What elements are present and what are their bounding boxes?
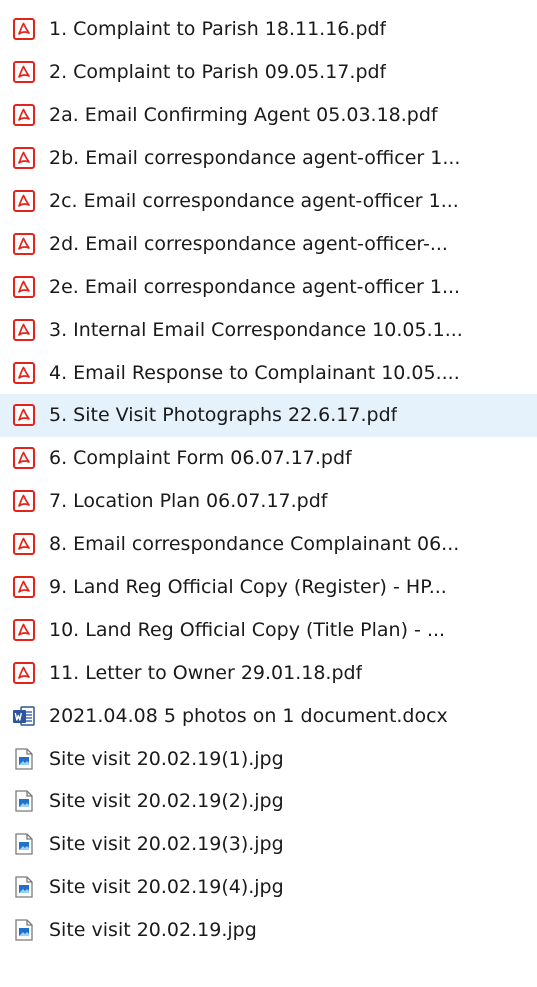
file-row-5[interactable]: 2c. Email correspondance agent-officer 1… [0,180,537,223]
pdf-icon [12,146,36,170]
image-file-icon [12,832,36,856]
file-row-7[interactable]: 2e. Email correspondance agent-officer 1… [0,265,537,308]
file-name: 2b. Email correspondance agent-officer 1… [49,147,461,170]
file-row-4[interactable]: 2b. Email correspondance agent-officer 1… [0,137,537,180]
file-name: Site visit 20.02.19(1).jpg [49,747,284,770]
file-name: 6. Complaint Form 06.07.17.pdf [49,447,352,470]
file-row-6[interactable]: 2d. Email correspondance agent-officer-.… [0,222,537,265]
file-row-8[interactable]: 3. Internal Email Correspondance 10.05.1… [0,308,537,351]
file-row-15[interactable]: 10. Land Reg Official Copy (Title Plan) … [0,608,537,651]
file-name: 8. Email correspondance Complainant 06..… [49,533,460,556]
file-name: 10. Land Reg Official Copy (Title Plan) … [49,618,446,641]
pdf-icon [12,403,36,427]
image-file-icon [12,875,36,899]
pdf-icon [12,532,36,556]
pdf-icon [12,189,36,213]
file-row-11[interactable]: 6. Complaint Form 06.07.17.pdf [0,437,537,480]
pdf-icon [12,103,36,127]
file-name: 3. Internal Email Correspondance 10.05.1… [49,318,463,341]
file-name: 5. Site Visit Photographs 22.6.17.pdf [49,404,398,427]
file-name: Site visit 20.02.19(2).jpg [49,790,284,813]
file-name: 1. Complaint to Parish 18.11.16.pdf [49,18,387,41]
file-name: Site visit 20.02.19(4).jpg [49,876,284,899]
file-row-17[interactable]: 2021.04.08 5 photos on 1 document.docx [0,694,537,737]
pdf-icon [12,17,36,41]
image-file-icon [12,918,36,942]
file-list: 1. Complaint to Parish 18.11.16.pdf 2. C… [0,0,537,952]
file-row-13[interactable]: 8. Email correspondance Complainant 06..… [0,523,537,566]
word-document-icon [12,704,36,728]
file-name: Site visit 20.02.19.jpg [49,919,257,942]
pdf-icon [12,618,36,642]
file-name: 2e. Email correspondance agent-officer 1… [49,275,461,298]
file-row-12[interactable]: 7. Location Plan 06.07.17.pdf [0,480,537,523]
pdf-icon [12,318,36,342]
file-row-1[interactable]: 1. Complaint to Parish 18.11.16.pdf [0,8,537,51]
file-name: 2. Complaint to Parish 09.05.17.pdf [49,61,387,84]
pdf-icon [12,60,36,84]
file-name: 2c. Email correspondance agent-officer 1… [49,190,459,212]
file-row-14[interactable]: 9. Land Reg Official Copy (Register) - H… [0,566,537,609]
file-name: 2d. Email correspondance agent-officer-.… [49,232,448,255]
pdf-icon [12,575,36,599]
file-row-9[interactable]: 4. Email Response to Complainant 10.05..… [0,351,537,394]
file-name: 7. Location Plan 06.07.17.pdf [49,490,328,513]
pdf-icon [12,446,36,470]
image-file-icon [12,789,36,813]
file-name: 9. Land Reg Official Copy (Register) - H… [49,576,447,599]
pdf-icon [12,361,36,385]
file-name: 4. Email Response to Complainant 10.05..… [49,361,460,384]
file-row-18[interactable]: Site visit 20.02.19(1).jpg [0,737,537,780]
pdf-icon [12,661,36,685]
file-row-20[interactable]: Site visit 20.02.19(3).jpg [0,823,537,866]
file-row-3[interactable]: 2a. Email Confirming Agent 05.03.18.pdf [0,94,537,137]
image-file-icon [12,747,36,771]
file-name: 2021.04.08 5 photos on 1 document.docx [49,704,448,727]
pdf-icon [12,489,36,513]
pdf-icon [12,275,36,299]
file-row-22[interactable]: Site visit 20.02.19.jpg [0,909,537,952]
file-row-21[interactable]: Site visit 20.02.19(4).jpg [0,866,537,909]
file-row-10-selected[interactable]: 5. Site Visit Photographs 22.6.17.pdf [0,394,537,437]
file-name: 2a. Email Confirming Agent 05.03.18.pdf [49,104,438,127]
file-row-2[interactable]: 2. Complaint to Parish 09.05.17.pdf [0,51,537,94]
pdf-icon [12,232,36,256]
file-name: Site visit 20.02.19(3).jpg [49,833,284,856]
file-row-19[interactable]: Site visit 20.02.19(2).jpg [0,780,537,823]
file-row-16[interactable]: 11. Letter to Owner 29.01.18.pdf [0,651,537,694]
file-name: 11. Letter to Owner 29.01.18.pdf [49,661,363,684]
